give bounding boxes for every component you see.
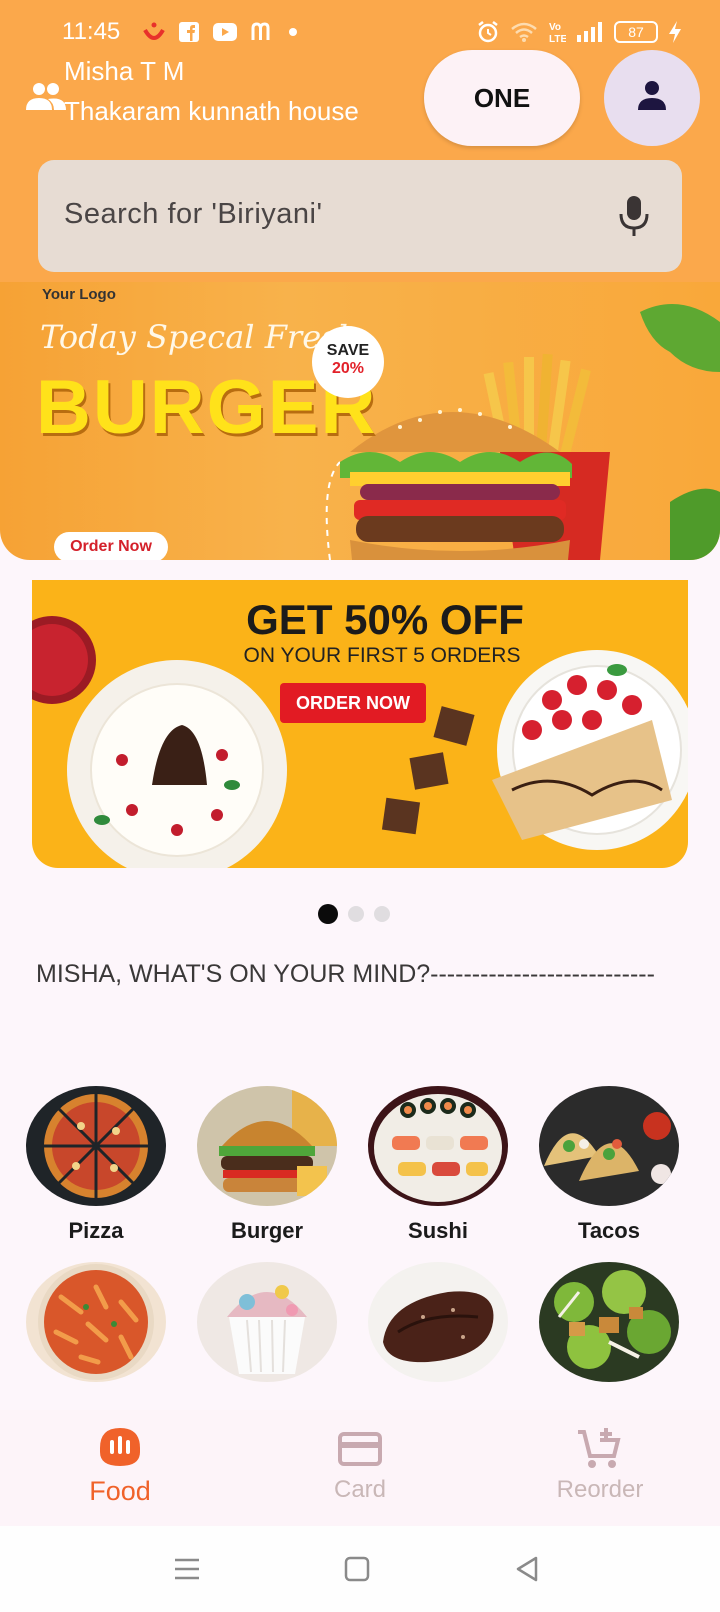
header: 11:45 Vo LTE 87 Misha T M Thakaram kunna…: [0, 0, 720, 282]
category-dessert[interactable]: [196, 1262, 338, 1394]
bottom-navigation: Food Card Reorder: [0, 1410, 720, 1526]
card-icon: [336, 1426, 384, 1470]
category-steak[interactable]: [367, 1262, 509, 1394]
address-name[interactable]: Misha T M: [64, 56, 184, 87]
steak-image: [368, 1262, 508, 1382]
notification-icons: [142, 18, 298, 46]
search-bar[interactable]: Search for 'Biriyani': [38, 160, 682, 272]
person-icon: [634, 78, 670, 119]
sushi-image: [368, 1086, 508, 1206]
nav-label: Reorder: [556, 1476, 644, 1503]
category-pizza[interactable]: Pizza: [25, 1086, 167, 1244]
home-icon[interactable]: [342, 1554, 372, 1584]
tacos-image: [539, 1086, 679, 1206]
system-navigation-bar: [0, 1526, 720, 1612]
carousel-dot-3[interactable]: [374, 906, 390, 922]
svg-text:Vo: Vo: [549, 22, 561, 33]
pasta-image: [26, 1262, 166, 1382]
profile-button[interactable]: [604, 50, 700, 146]
order-now-button[interactable]: Order Now: [54, 532, 168, 560]
category-salad[interactable]: [538, 1262, 680, 1394]
banner-script-text: Today Specal Fresh: [40, 318, 359, 356]
m-icon: [250, 18, 276, 46]
back-icon[interactable]: [512, 1554, 542, 1584]
carousel-indicator[interactable]: [318, 904, 390, 924]
category-tacos[interactable]: Tacos: [538, 1086, 680, 1244]
dot-icon: [288, 18, 298, 46]
banner-logo-text: Your Logo: [42, 286, 116, 303]
mic-icon[interactable]: [614, 192, 654, 240]
nav-label: Card: [333, 1476, 387, 1503]
battery-icon: 87: [614, 21, 658, 43]
category-burger[interactable]: Burger: [196, 1086, 338, 1244]
charging-icon: [668, 18, 682, 46]
category-label: Burger: [230, 1218, 304, 1243]
one-membership-button[interactable]: ONE: [424, 50, 580, 146]
youtube-icon: [212, 18, 238, 46]
order-now-red-button[interactable]: ORDER NOW: [280, 683, 426, 723]
section-heading: MISHA, WHAT'S ON YOUR MIND?-------------…: [36, 960, 655, 988]
swiggy-icon: [142, 18, 166, 46]
nav-food[interactable]: Food: [40, 1426, 200, 1507]
cupcake-image: [197, 1262, 337, 1382]
food-icon: [96, 1426, 144, 1470]
discount-subtext: ON YOUR FIRST 5 ORDERS: [243, 644, 521, 667]
carousel-dot-2[interactable]: [348, 906, 364, 922]
category-sushi[interactable]: Sushi: [367, 1086, 509, 1244]
category-pasta[interactable]: [25, 1262, 167, 1394]
menu-icon[interactable]: [172, 1554, 202, 1584]
nav-reorder[interactable]: Reorder: [520, 1426, 680, 1504]
signal-icon: [576, 18, 604, 46]
burger-image: [197, 1086, 337, 1206]
save-value: 20%: [331, 360, 365, 377]
salad-image: [539, 1262, 679, 1382]
status-bar: 11:45 Vo LTE 87: [0, 0, 720, 60]
volte-icon: Vo LTE: [548, 18, 566, 46]
save-label: SAVE: [326, 342, 370, 359]
svg-text:LTE: LTE: [549, 34, 566, 44]
status-time: 11:45: [62, 18, 121, 45]
alarm-icon: [476, 18, 500, 46]
save-badge: SAVE 20%: [312, 326, 384, 398]
address-line[interactable]: Thakaram kunnath house: [64, 96, 359, 127]
nav-label: Food: [89, 1476, 151, 1506]
wifi-icon: [510, 18, 538, 46]
reorder-cart-icon: [576, 1426, 624, 1470]
facebook-icon: [178, 18, 200, 46]
discount-headline: GET 50% OFF: [246, 596, 524, 643]
promo-banner-burger[interactable]: Your Logo Today Specal Fresh BURGER SAVE…: [0, 282, 720, 560]
carousel-dot-1[interactable]: [318, 904, 338, 924]
search-input[interactable]: Search for 'Biriyani': [64, 198, 323, 231]
category-label: Pizza: [68, 1218, 124, 1243]
category-label: Tacos: [578, 1218, 640, 1243]
system-status-icons: Vo LTE 87: [476, 18, 682, 46]
nav-card[interactable]: Card: [280, 1426, 440, 1504]
people-icon[interactable]: [24, 80, 68, 116]
category-label: Sushi: [408, 1218, 468, 1243]
pizza-image: [26, 1086, 166, 1206]
promo-banner-discount[interactable]: GET 50% OFF ON YOUR FIRST 5 ORDERS ORDER…: [32, 580, 688, 868]
